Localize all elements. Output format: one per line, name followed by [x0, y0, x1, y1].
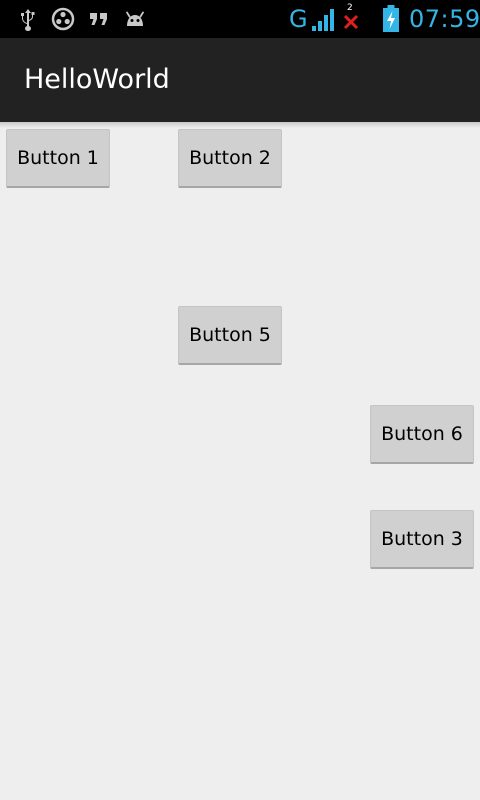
- button-6[interactable]: Button 6: [370, 405, 474, 464]
- settings-circle-icon: [51, 7, 75, 31]
- button-1[interactable]: Button 1: [6, 129, 110, 188]
- battery-charging-icon: [383, 5, 399, 32]
- signal-bars-icon: [312, 9, 334, 31]
- usb-icon: [21, 9, 35, 31]
- quote-icon: [90, 13, 107, 25]
- no-data-x-icon: [343, 14, 359, 30]
- network-type-label: G: [289, 5, 308, 33]
- android-icon: [126, 11, 144, 26]
- action-bar-shadow: [0, 122, 480, 128]
- button-2[interactable]: Button 2: [178, 129, 282, 188]
- button-5[interactable]: Button 5: [178, 306, 282, 365]
- action-bar: HelloWorld: [0, 38, 480, 122]
- status-bar: G 2 07:59: [0, 0, 480, 38]
- app-title: HelloWorld: [24, 64, 170, 95]
- button-3[interactable]: Button 3: [370, 510, 474, 569]
- sim-slot-badge: 2: [347, 3, 353, 13]
- clock: 07:59: [409, 5, 480, 33]
